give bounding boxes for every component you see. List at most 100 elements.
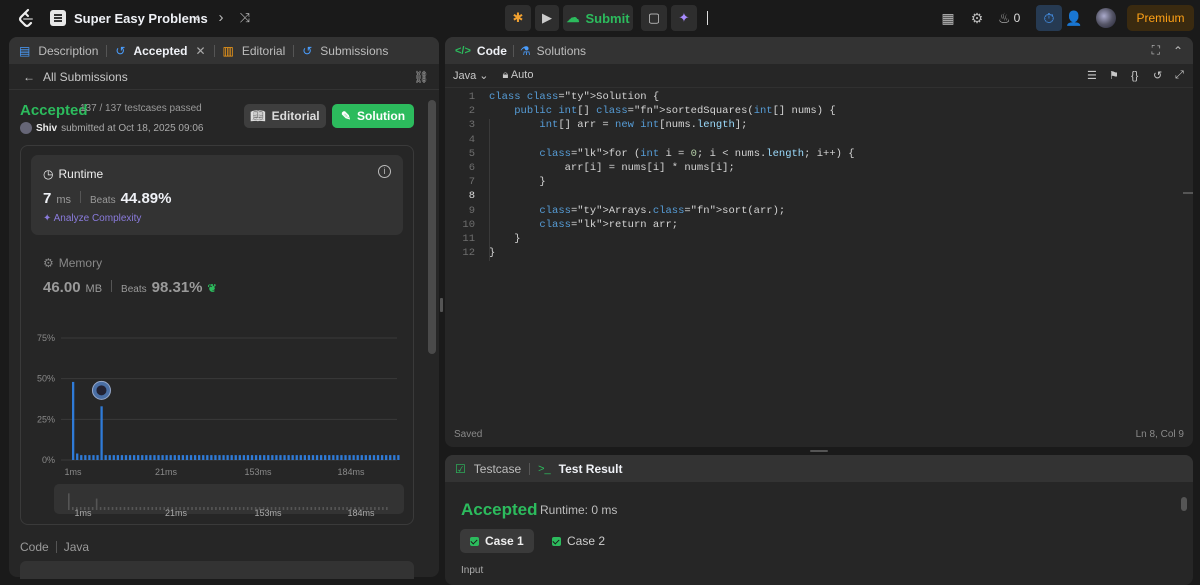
editorial-button[interactable]: 📖︎ Editorial [244,104,326,128]
navigator-bar [68,493,70,510]
avatar[interactable] [1096,8,1116,28]
back-arrow-icon[interactable]: ← [23,70,35,84]
chart-bar [181,455,185,460]
tab-description[interactable]: Description [38,44,98,58]
navigator-bar [111,507,114,510]
info-icon[interactable]: i [378,165,391,178]
tab-editorial[interactable]: Editorial [242,44,285,58]
resize-handle[interactable] [810,450,828,452]
navigator-bar [298,507,301,510]
tab-code[interactable]: Code [477,44,507,58]
language-select[interactable]: Java ⌄ [453,69,489,82]
navigator-bar [322,507,325,510]
left-scrollbar[interactable] [428,100,436,354]
reset-icon[interactable]: ↺ [1153,69,1162,82]
divider [80,191,82,203]
navigator-bar [135,507,138,510]
code-icon: </> [455,44,471,57]
auto-mode[interactable]: 🔒︎ Auto [503,69,534,82]
vertical-resize-handle[interactable] [440,298,443,312]
run-icon[interactable]: ▶ [535,5,559,31]
format-icon[interactable]: ☰ [1087,69,1097,82]
action-bar: ✱ ▶ ☁ Submit ▢ ✦ [505,5,708,31]
collapse-icon[interactable]: ⌃ [1173,44,1183,58]
tab-accepted[interactable]: Accepted [133,44,187,58]
case-2-tab[interactable]: Case 2 [542,529,615,553]
all-submissions-link[interactable]: All Submissions [43,70,128,84]
chart-bar [124,455,128,460]
navigator-bar [250,507,253,510]
clock-icon: ◷ [43,167,54,181]
submit-button[interactable]: ☁ Submit [563,5,633,31]
code-line: arr[i] = nums[i] * nums[i]; [489,162,735,174]
text-cursor [707,11,708,25]
analyze-complexity-link[interactable]: ✦ Analyze Complexity [43,213,141,224]
chart-bar [161,455,164,460]
checkbox-icon: ☑ [455,461,466,476]
bookmark-icon[interactable]: ⚑ [1109,69,1119,82]
link-icon[interactable]: ⛓ [414,70,429,84]
case-1-tab[interactable]: Case 1 [460,529,534,553]
tab-test-result[interactable]: Test Result [559,462,623,476]
ai-sparkle-icon[interactable]: ✦ [671,5,697,31]
username[interactable]: Shiv [36,123,57,134]
layout-icon[interactable]: ▦ [938,8,958,28]
note-icon[interactable]: ▢ [641,5,667,31]
chart-bar [230,455,233,460]
tab-testcase[interactable]: Testcase [474,462,521,476]
navigator-bar [131,507,134,510]
prev-problem-icon[interactable]: ‹ [188,9,206,27]
chart-bar [303,455,306,460]
navigator-bar [290,507,293,510]
timer-icon[interactable]: ⏱ [1036,5,1062,31]
close-icon[interactable]: ✕ [195,44,205,58]
streak-counter[interactable]: ♨ 0 [998,8,1026,28]
navigator-bar [286,507,289,510]
settings-icon[interactable]: ⚙ [967,8,987,28]
runtime-distribution-chart[interactable]: 75% 50% 25% 0% 1ms 21ms 153ms 184ms 1ms 21ms 153ms… [21,326,415,526]
testcases-passed: 137 / 137 testcases passed [80,103,202,114]
divider [106,44,108,57]
add-user-icon[interactable]: 👤 [1064,8,1084,28]
navigator-bar [115,507,118,510]
divider [529,462,531,475]
chart-bar [319,455,323,460]
navigator-bar [330,507,332,510]
check-icon [552,536,561,546]
navigator-bar [159,507,162,510]
chart-bar [128,455,132,460]
shuffle-icon[interactable]: ⤨ [236,9,254,27]
chart-bar [376,455,380,460]
tab-solutions[interactable]: Solutions [537,44,586,58]
solution-button[interactable]: ✎ Solution [332,104,414,128]
y-tick-label: 50% [37,374,55,384]
navigator-bar [127,507,130,510]
chart-bar [169,455,172,460]
test-scrollbar[interactable] [1181,497,1187,511]
navigator-bar [119,507,122,510]
expand-icon[interactable]: ⤢ [1175,69,1184,82]
tab-submissions[interactable]: Submissions [320,44,388,58]
chart-bar [352,455,355,460]
chart-bar [315,455,319,460]
navigator-bar [139,507,142,510]
navigator-bar [246,507,249,510]
chart-bar [177,455,180,460]
chart-bar [267,455,270,460]
chart-bar [80,455,83,460]
premium-button[interactable]: Premium [1127,5,1194,31]
debug-icon[interactable]: ✱ [505,5,531,31]
terminal-icon: >_ [538,462,551,475]
code-line: int[] arr = new int[nums.length]; [539,119,748,132]
chart-bar [283,455,286,460]
leetcode-logo-icon[interactable] [16,8,36,28]
braces-icon[interactable]: {} [1131,70,1138,82]
problem-list-button[interactable]: Super Easy Problems [50,8,208,28]
fullscreen-icon[interactable]: ⛶ [1152,43,1160,58]
runtime-box[interactable]: ◷ Runtime i 7 ms Beats 44.89% ✦ Analyze … [31,155,403,235]
memory-label[interactable]: ⚙ Memory [43,256,102,270]
next-problem-icon[interactable]: › [212,9,230,27]
chart-bar [385,455,388,460]
navigator-bar [155,507,158,510]
chart-bar [299,455,302,460]
